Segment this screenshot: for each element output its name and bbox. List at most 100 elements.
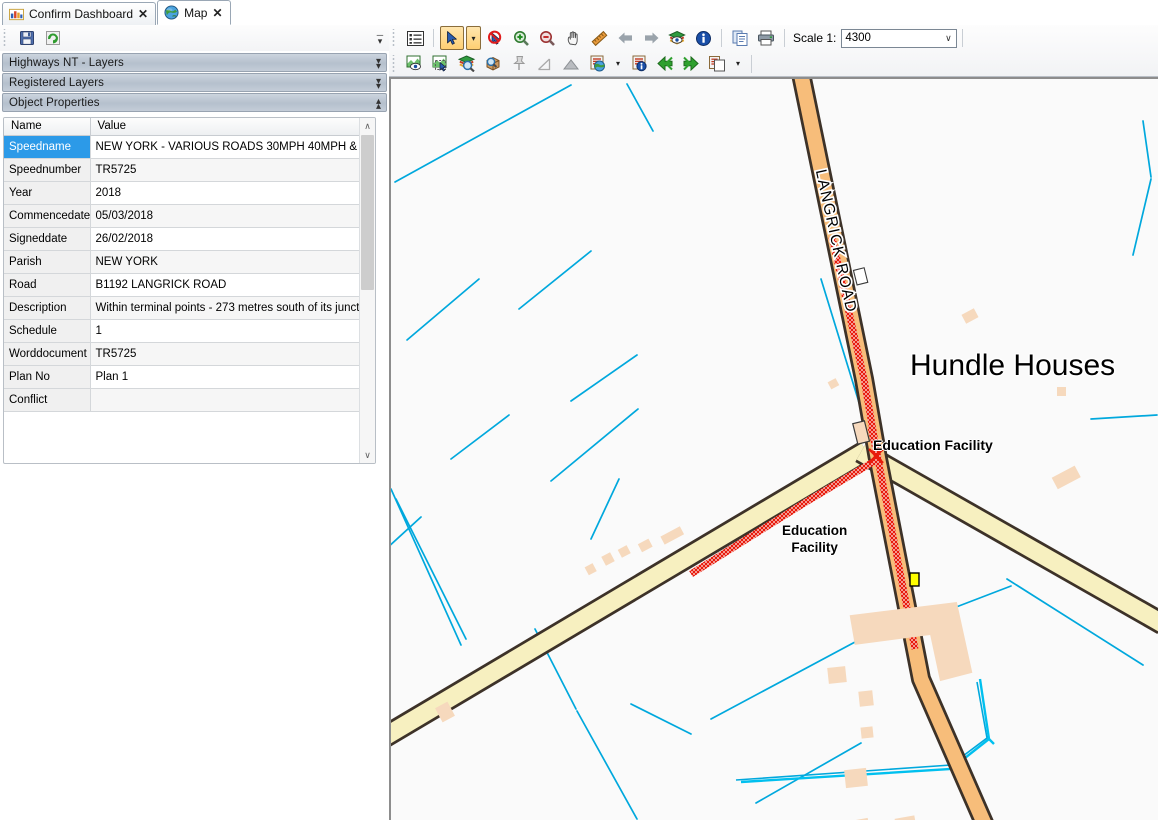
panel-header-highways-nt-layers[interactable]: Highways NT - Layers ▾ ▾ [2,53,387,72]
web-map-button[interactable] [585,52,609,76]
duplicate-dropdown[interactable]: ▾ [731,52,745,76]
property-value-cell[interactable]: B1192 LANGRICK ROAD [90,273,361,297]
table-row[interactable]: Worddocument TR5725 [4,342,361,366]
tab-close-icon[interactable]: ✕ [212,7,222,19]
hand-icon [567,30,578,45]
property-value-cell[interactable]: TR5725 [90,158,361,182]
zoom-out-button[interactable] [535,26,559,50]
box-search-icon [486,56,500,71]
toolbar-overflow-button[interactable]: ─ ▾ [374,31,386,46]
next-extent-button[interactable] [639,26,663,50]
panel-title: Highways NT - Layers [9,56,124,69]
properties-scrollbar[interactable]: ∧ ∨ [359,118,375,463]
table-row[interactable]: Speednumber TR5725 [4,158,361,182]
map-info-button[interactable] [627,52,651,76]
panel-title: Object Properties [9,96,100,109]
table-row[interactable]: Parish NEW YORK [4,250,361,274]
scroll-down-icon[interactable]: ∨ [360,447,375,463]
toolbar-grip[interactable] [391,54,398,73]
table-row[interactable]: Road B1192 LANGRICK ROAD [4,273,361,297]
map-toolbar-row-1: ▾ Scale 1: 4300 ∨ [389,25,1158,51]
pan-button[interactable] [561,26,585,50]
property-name-cell[interactable]: Schedule [4,319,91,343]
print-button[interactable] [754,26,778,50]
arrow-cursor-icon [447,31,457,45]
select-features-button[interactable] [429,52,453,76]
property-value-cell[interactable]: Plan 1 [90,365,361,389]
layers-visibility-button[interactable] [665,26,689,50]
table-row[interactable]: Speedname NEW YORK - VARIOUS ROADS 30MPH … [4,135,361,159]
split-button[interactable] [679,52,703,76]
property-value-cell[interactable]: 2018 [90,181,361,205]
tab-confirm-dashboard[interactable]: Confirm Dashboard ✕ [2,2,157,25]
column-header-name[interactable]: Name [4,118,91,136]
property-value-cell[interactable]: NEW YORK - VARIOUS ROADS 30MPH 40MPH & 5… [90,135,361,159]
refresh-button[interactable] [41,26,65,50]
property-value-cell[interactable]: Within terminal points - 273 metres sout… [90,296,361,320]
identify-button[interactable] [691,26,715,50]
copy-button[interactable] [728,26,752,50]
table-row[interactable]: Signeddate 26/02/2018 [4,227,361,251]
merge-left-icon [657,56,673,71]
object-properties-grid: Name Value Speedname NEW YORK - VARIOUS R… [3,117,376,464]
pin-button[interactable] [507,52,531,76]
property-value-cell[interactable]: NEW YORK [90,250,361,274]
scale-input[interactable]: 4300 ∨ [841,28,958,48]
tab-close-icon[interactable]: ✕ [138,8,148,20]
property-value-cell[interactable]: 26/02/2018 [90,227,361,251]
property-name-cell[interactable]: Commencedate [4,204,91,228]
table-row[interactable]: Description Within terminal points - 273 … [4,296,361,320]
property-value-cell[interactable] [90,388,361,412]
show-all-features-button[interactable] [403,52,427,76]
save-button[interactable] [15,26,39,50]
select-tool-dropdown[interactable]: ▾ [466,26,481,50]
find-layer-button[interactable] [455,52,479,76]
panel-header-object-properties[interactable]: Object Properties ▴ ▴ [2,93,387,112]
panel-header-registered-layers[interactable]: Registered Layers ▾ ▾ [2,73,387,92]
property-name-cell[interactable]: Worddocument [4,342,91,366]
map-background [391,79,1158,820]
scrollbar-thumb[interactable] [361,135,374,290]
copy-icon [732,30,747,46]
property-name-cell[interactable]: Road [4,273,91,297]
zoom-in-button[interactable] [509,26,533,50]
duplicate-button[interactable] [705,52,729,76]
property-name-cell[interactable]: Speednumber [4,158,91,182]
property-value-cell[interactable]: 1 [90,319,361,343]
draw-line-button[interactable] [533,52,557,76]
property-value-cell[interactable]: TR5725 [90,342,361,366]
property-name-cell[interactable]: Conflict [4,388,91,412]
property-name-cell[interactable]: Plan No [4,365,91,389]
toolbar-grip[interactable] [2,29,9,47]
tab-strip: Confirm Dashboard ✕ Map ✕ [0,0,1158,26]
tab-label: Confirm Dashboard [29,7,134,21]
property-name-cell[interactable]: Speedname [4,135,91,159]
select-tool-button[interactable] [440,26,464,50]
chevron-down-icon[interactable]: ∨ [940,33,956,44]
table-row[interactable]: Year 2018 [4,181,361,205]
clear-selection-button[interactable] [483,26,507,50]
previous-extent-button[interactable] [613,26,637,50]
toolbar-grip[interactable] [391,29,398,47]
merge-button[interactable] [653,52,677,76]
property-name-cell[interactable]: Parish [4,250,91,274]
table-row[interactable]: Schedule 1 [4,319,361,343]
table-row[interactable]: Commencedate 05/03/2018 [4,204,361,228]
property-name-cell[interactable]: Description [4,296,91,320]
scroll-up-icon[interactable]: ∧ [360,118,375,134]
table-row[interactable]: Plan No Plan 1 [4,365,361,389]
tab-map[interactable]: Map ✕ [157,0,231,25]
web-map-dropdown[interactable]: ▾ [611,52,625,76]
map-canvas[interactable]: LANGRICK ROAD Hundle Houses Education Fa… [389,77,1158,820]
draw-polygon-button[interactable] [559,52,583,76]
pushpin-icon [513,56,526,70]
attributes-list-button[interactable] [403,26,427,50]
map-toolbar: ▾ Scale 1: 4300 ∨ ▾ ▾ [389,25,1158,77]
add-data-button[interactable] [481,52,505,76]
column-header-value[interactable]: Value [90,118,361,136]
property-value-cell[interactable]: 05/03/2018 [90,204,361,228]
property-name-cell[interactable]: Signeddate [4,227,91,251]
property-name-cell[interactable]: Year [4,181,91,205]
measure-button[interactable] [587,26,611,50]
table-row[interactable]: Conflict [4,388,361,412]
